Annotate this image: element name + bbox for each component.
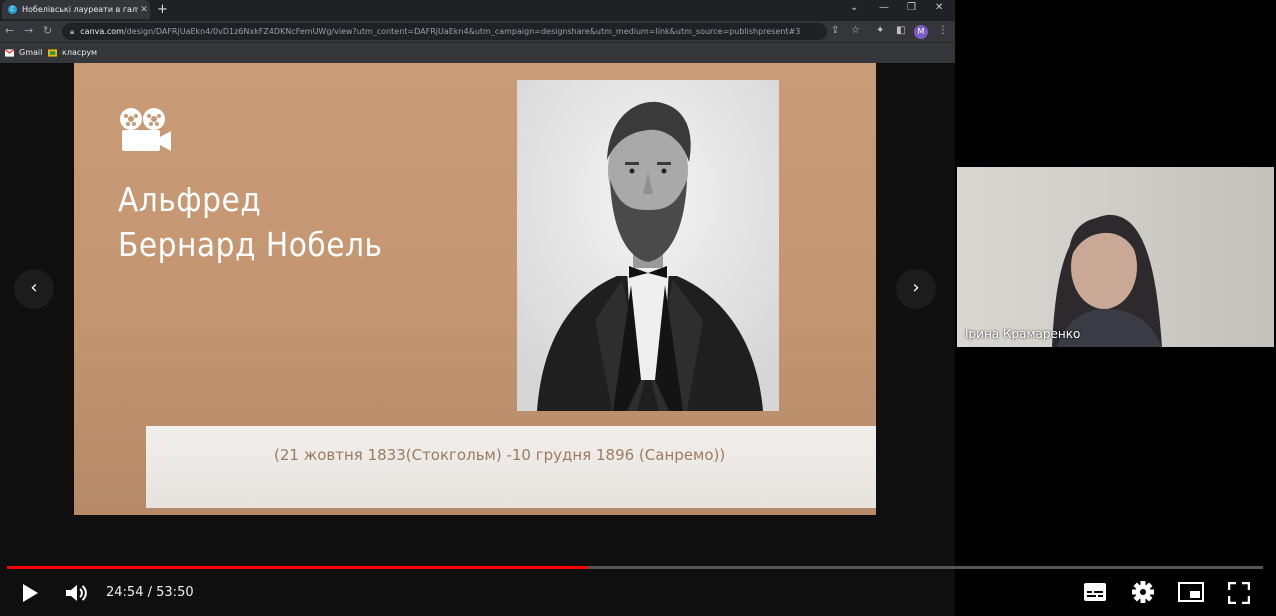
slide-title-line1: Альфред — [118, 180, 262, 219]
minimize-button[interactable]: — — [879, 2, 889, 13]
progress-bar[interactable] — [7, 566, 1263, 569]
slide-caption: (21 жовтня 1833(Стокгольм) -10 грудня 18… — [274, 446, 726, 464]
bookmark-classroom[interactable]: класрум — [48, 48, 97, 57]
next-slide-button[interactable]: › — [896, 269, 936, 309]
webcam-feed: Ірина Крамаренко — [957, 167, 1274, 347]
reload-button[interactable]: ↻ — [43, 24, 52, 37]
browser-tab[interactable]: C Нобелівські лауреати в галузі е ✕ — [2, 0, 150, 19]
miniplayer-icon[interactable] — [1178, 582, 1204, 602]
new-tab-button[interactable]: + — [157, 2, 168, 17]
slide: Альфред Бернард Нобель (21 жовтня 1833(С… — [74, 63, 876, 515]
url-host: canva.com — [80, 27, 124, 36]
current-time: 24:54 — [106, 585, 144, 600]
profile-avatar[interactable]: M — [914, 25, 928, 39]
portrait-photo — [517, 80, 779, 411]
fullscreen-icon[interactable] — [1228, 582, 1250, 604]
close-window-button[interactable]: ✕ — [935, 2, 943, 13]
forward-button[interactable]: → — [24, 24, 33, 37]
presentation-stage: Альфред Бернард Нобель (21 жовтня 1833(С… — [0, 63, 955, 616]
duration: 53:50 — [156, 585, 194, 600]
share-icon[interactable]: ⇪ — [831, 25, 839, 36]
tab-search-icon[interactable]: ⌄ — [850, 2, 858, 13]
bookmark-star-icon[interactable]: ☆ — [851, 25, 860, 36]
bookmark-gmail[interactable]: Gmail — [5, 48, 42, 57]
gmail-icon — [5, 48, 14, 57]
participant-name: Ірина Крамаренко — [965, 327, 1081, 341]
participant-video — [1052, 214, 1162, 347]
settings-gear-icon[interactable] — [1132, 581, 1154, 603]
bookmark-label: Gmail — [19, 48, 43, 57]
back-button[interactable]: ← — [5, 24, 14, 37]
progress-played — [7, 566, 588, 569]
slide-title-line2: Бернард Нобель — [118, 225, 383, 264]
menu-kebab-icon[interactable]: ⋮ — [938, 25, 948, 36]
film-camera-icon — [120, 108, 171, 151]
chevron-left-icon: ‹ — [30, 277, 38, 298]
lock-icon: 🔒︎ — [70, 26, 75, 36]
tab-close-icon[interactable]: ✕ — [138, 5, 150, 15]
subtitles-icon[interactable] — [1084, 583, 1106, 601]
classroom-icon — [48, 48, 57, 57]
restore-button[interactable]: ❐ — [907, 2, 916, 13]
extensions-icon[interactable]: ✦ — [876, 25, 884, 36]
bookmark-label: класрум — [62, 48, 98, 57]
bookmarks-bar: Gmail класрум — [0, 42, 955, 64]
browser-window: C Нобелівські лауреати в галузі е ✕ + ⌄ … — [0, 0, 955, 64]
chevron-right-icon: › — [912, 277, 920, 298]
tab-title: Нобелівські лауреати в галузі е — [22, 5, 138, 14]
browser-toolbar: ← → ↻ 🔒︎ canva.com /design/DAFRjUaEkn4/0… — [0, 21, 955, 42]
previous-slide-button[interactable]: ‹ — [14, 269, 54, 309]
time-separator: / — [147, 585, 152, 600]
address-bar[interactable]: 🔒︎ canva.com /design/DAFRjUaEkn4/0vD1z6N… — [62, 23, 827, 40]
play-icon[interactable] — [20, 583, 40, 603]
url-path: /design/DAFRjUaEkn4/0vD1z6NxkFZ4DKNcFemU… — [123, 27, 801, 36]
side-panel-icon[interactable]: ◧ — [896, 25, 905, 36]
slide-title: Альфред Бернард Нобель — [118, 177, 382, 267]
canva-favicon-icon: C — [8, 5, 17, 14]
time-display: 24:54 / 53:50 — [106, 585, 194, 600]
volume-icon[interactable] — [65, 583, 87, 603]
caption-box: (21 жовтня 1833(Стокгольм) -10 грудня 18… — [146, 426, 876, 508]
